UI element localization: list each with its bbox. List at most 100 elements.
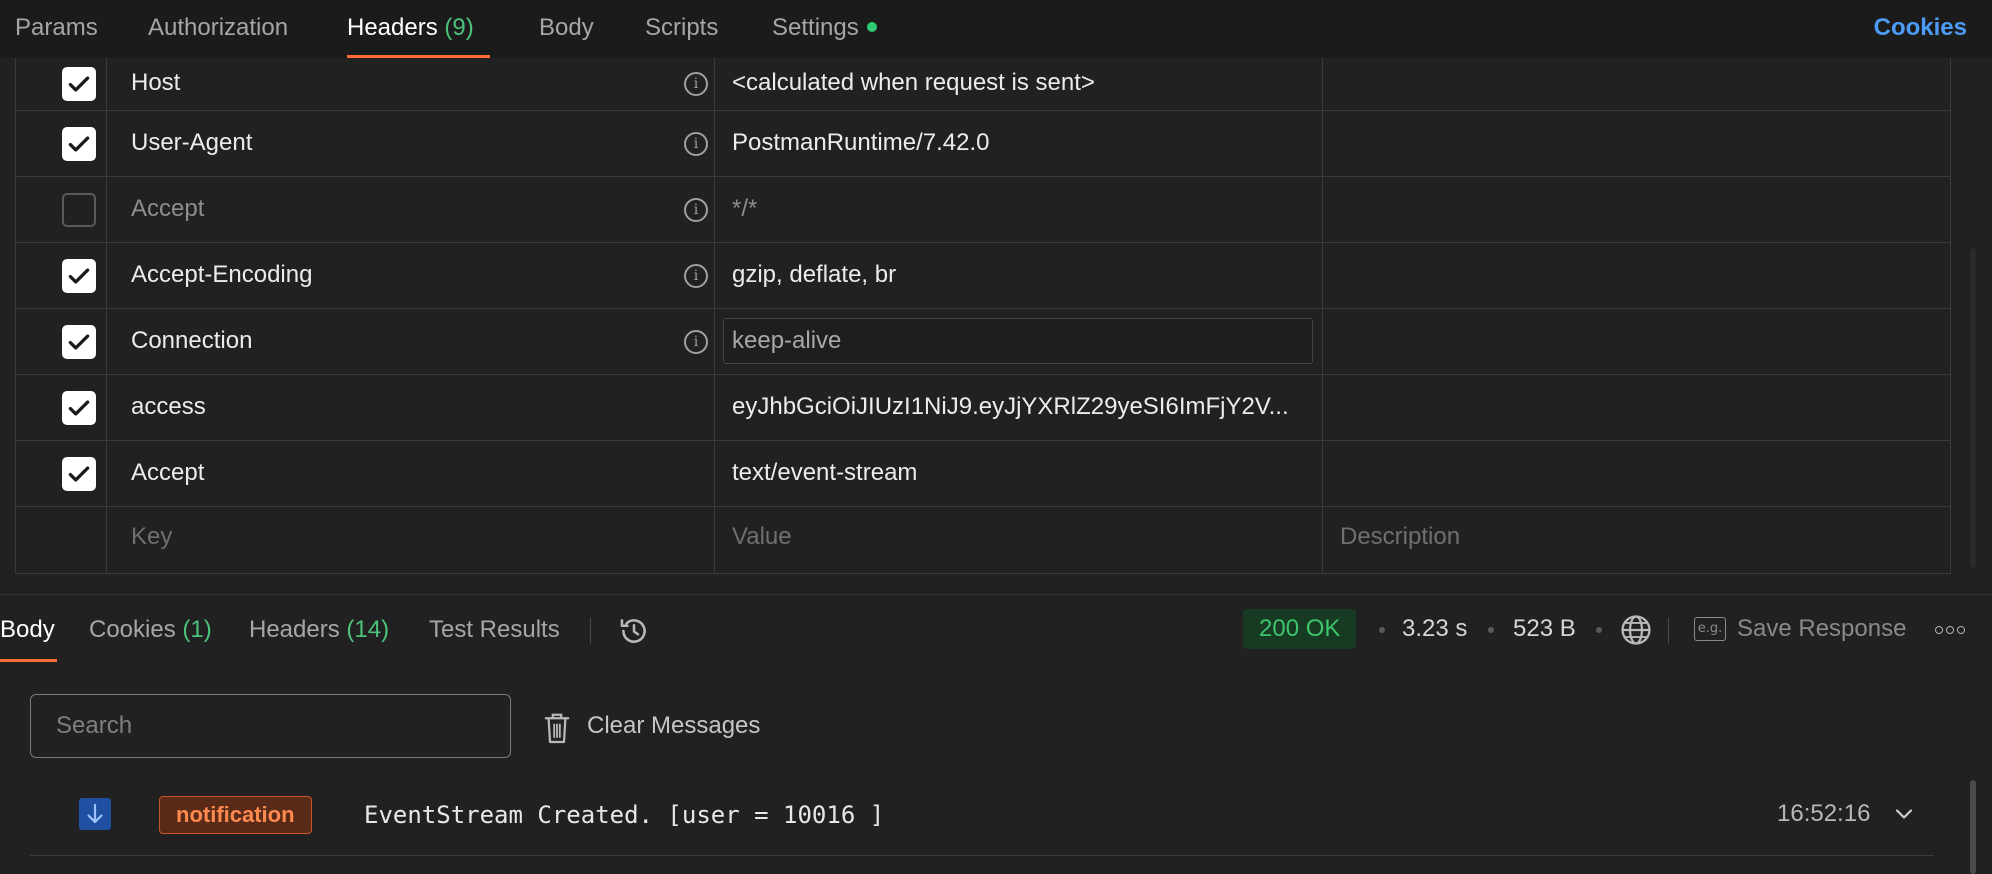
- checkbox-check-icon: [68, 465, 90, 482]
- checkbox-check-icon: [68, 333, 90, 350]
- globe-icon[interactable]: [1619, 613, 1653, 647]
- request-tabs-bar: Params Authorization Headers (9) Body Sc…: [0, 0, 1992, 58]
- header-new-row: Key Value Description: [16, 507, 1950, 573]
- message-type-badge: notification: [159, 796, 312, 834]
- tab-authorization-label: Authorization: [148, 14, 289, 41]
- trash-icon: [544, 713, 570, 744]
- tab-body[interactable]: Body: [539, 0, 594, 58]
- header-description-cell[interactable]: [1323, 309, 1950, 374]
- messages-scrollbar[interactable]: [1970, 780, 1976, 874]
- history-icon[interactable]: [617, 614, 651, 648]
- meta-separator-dot: [1488, 627, 1494, 633]
- example-icon: e.g.: [1694, 617, 1726, 641]
- header-key-cell[interactable]: access: [107, 375, 715, 440]
- new-key-placeholder: Key: [131, 523, 173, 550]
- header-row-checkbox[interactable]: [62, 126, 96, 161]
- header-key-cell[interactable]: Connection i: [107, 309, 715, 374]
- header-key-cell[interactable]: Accept: [107, 441, 715, 506]
- chevron-down-icon[interactable]: [1892, 802, 1916, 826]
- response-tab-cookies-count: (1): [182, 616, 212, 643]
- tab-authorization[interactable]: Authorization: [148, 0, 288, 58]
- save-response-button[interactable]: Save Response: [1737, 609, 1906, 649]
- header-description-cell[interactable]: [1323, 243, 1950, 308]
- header-row-checkbox[interactable]: [62, 324, 96, 359]
- header-value-cell[interactable]: <calculated when request is sent>: [715, 58, 1323, 110]
- header-value-cell[interactable]: gzip, deflate, br: [715, 243, 1323, 308]
- response-tab-headers[interactable]: Headers (14): [249, 600, 389, 662]
- info-icon[interactable]: i: [684, 131, 708, 156]
- info-icon[interactable]: i: [684, 72, 708, 96]
- tab-headers[interactable]: Headers (9): [347, 0, 490, 58]
- header-value-cell[interactable]: */*: [715, 177, 1323, 242]
- header-key: Host: [131, 69, 181, 96]
- header-row-checkbox[interactable]: [62, 67, 96, 101]
- tab-headers-label: Headers: [347, 14, 438, 41]
- new-description-placeholder: Description: [1340, 523, 1461, 550]
- header-description-cell[interactable]: [1323, 58, 1950, 110]
- search-input[interactable]: [30, 694, 511, 758]
- headers-scrollbar[interactable]: [1970, 248, 1976, 568]
- header-key: access: [131, 393, 206, 420]
- response-time[interactable]: 3.23 s: [1402, 609, 1467, 649]
- status-badge[interactable]: 200 OK: [1243, 609, 1357, 649]
- header-description-cell[interactable]: [1323, 375, 1950, 440]
- message-row[interactable]: notification EventStream Created. [user …: [30, 786, 1934, 856]
- clear-messages-label: Clear Messages: [587, 712, 761, 739]
- header-key-cell[interactable]: User-Agent i: [107, 111, 715, 176]
- checkbox-check-icon: [68, 399, 90, 416]
- cookies-link[interactable]: Cookies: [1874, 0, 1967, 56]
- header-key-cell[interactable]: Accept i: [107, 177, 715, 242]
- header-value: <calculated when request is sent>: [732, 69, 1095, 96]
- header-row: Connection i: [16, 309, 1950, 375]
- header-key: Connection: [131, 327, 253, 354]
- header-key-cell[interactable]: Accept-Encoding i: [107, 243, 715, 308]
- header-row: Host i <calculated when request is sent>: [16, 58, 1950, 111]
- header-description-cell[interactable]: [1323, 441, 1950, 506]
- header-value-cell[interactable]: text/event-stream: [715, 441, 1323, 506]
- tab-settings[interactable]: Settings: [772, 0, 877, 58]
- checkbox-check-icon: [68, 76, 90, 92]
- header-new-description-cell[interactable]: Description: [1323, 507, 1950, 573]
- header-description-cell[interactable]: [1323, 177, 1950, 242]
- header-value-input[interactable]: [723, 318, 1313, 364]
- header-new-key-cell[interactable]: Key: [107, 507, 715, 573]
- header-key-cell[interactable]: Host i: [107, 58, 715, 110]
- header-row-check-cell: [16, 177, 107, 242]
- header-value: PostmanRuntime/7.42.0: [732, 129, 990, 156]
- header-row: Accept i */*: [16, 177, 1950, 243]
- header-row: User-Agent i PostmanRuntime/7.42.0: [16, 111, 1950, 177]
- tab-params[interactable]: Params: [15, 0, 98, 58]
- info-icon[interactable]: i: [684, 329, 708, 354]
- header-value-cell[interactable]: eyJhbGciOiJIUzI1NiJ9.eyJjYXRlZ29yeSI6ImF…: [715, 375, 1323, 440]
- header-row-checkbox[interactable]: [62, 192, 96, 227]
- header-row: access eyJhbGciOiJIUzI1NiJ9.eyJjYXRlZ29y…: [16, 375, 1950, 441]
- info-icon[interactable]: i: [684, 263, 708, 288]
- response-tab-test-results-label: Test Results: [429, 616, 560, 643]
- info-icon[interactable]: i: [684, 197, 708, 222]
- header-row: Accept text/event-stream: [16, 441, 1950, 507]
- tab-scripts[interactable]: Scripts: [645, 0, 718, 58]
- header-new-value-cell[interactable]: Value: [715, 507, 1323, 573]
- header-value: */*: [732, 195, 758, 222]
- header-key: Accept: [131, 195, 205, 222]
- pane-divider[interactable]: [0, 594, 1992, 595]
- checkbox-check-icon: [68, 267, 90, 284]
- tab-settings-label: Settings: [772, 14, 859, 41]
- response-size[interactable]: 523 B: [1513, 609, 1576, 649]
- header-row-check-cell: [16, 111, 107, 176]
- response-tab-body[interactable]: Body: [0, 600, 57, 662]
- header-value-cell[interactable]: [715, 309, 1323, 374]
- response-tab-body-label: Body: [0, 616, 55, 643]
- header-row-checkbox[interactable]: [62, 258, 96, 293]
- response-tab-test-results[interactable]: Test Results: [429, 600, 560, 662]
- header-value: eyJhbGciOiJIUzI1NiJ9.eyJjYXRlZ29yeSI6ImF…: [732, 393, 1289, 420]
- header-row-check-cell: [16, 441, 107, 506]
- message-timestamp: 16:52:16: [1777, 800, 1871, 827]
- response-tab-cookies[interactable]: Cookies (1): [89, 600, 212, 662]
- header-value-cell[interactable]: PostmanRuntime/7.42.0: [715, 111, 1323, 176]
- header-row-checkbox[interactable]: [62, 456, 96, 491]
- header-row-checkbox[interactable]: [62, 390, 96, 425]
- more-icon[interactable]: [1935, 625, 1965, 635]
- header-description-cell[interactable]: [1323, 111, 1950, 176]
- header-value: text/event-stream: [732, 459, 918, 486]
